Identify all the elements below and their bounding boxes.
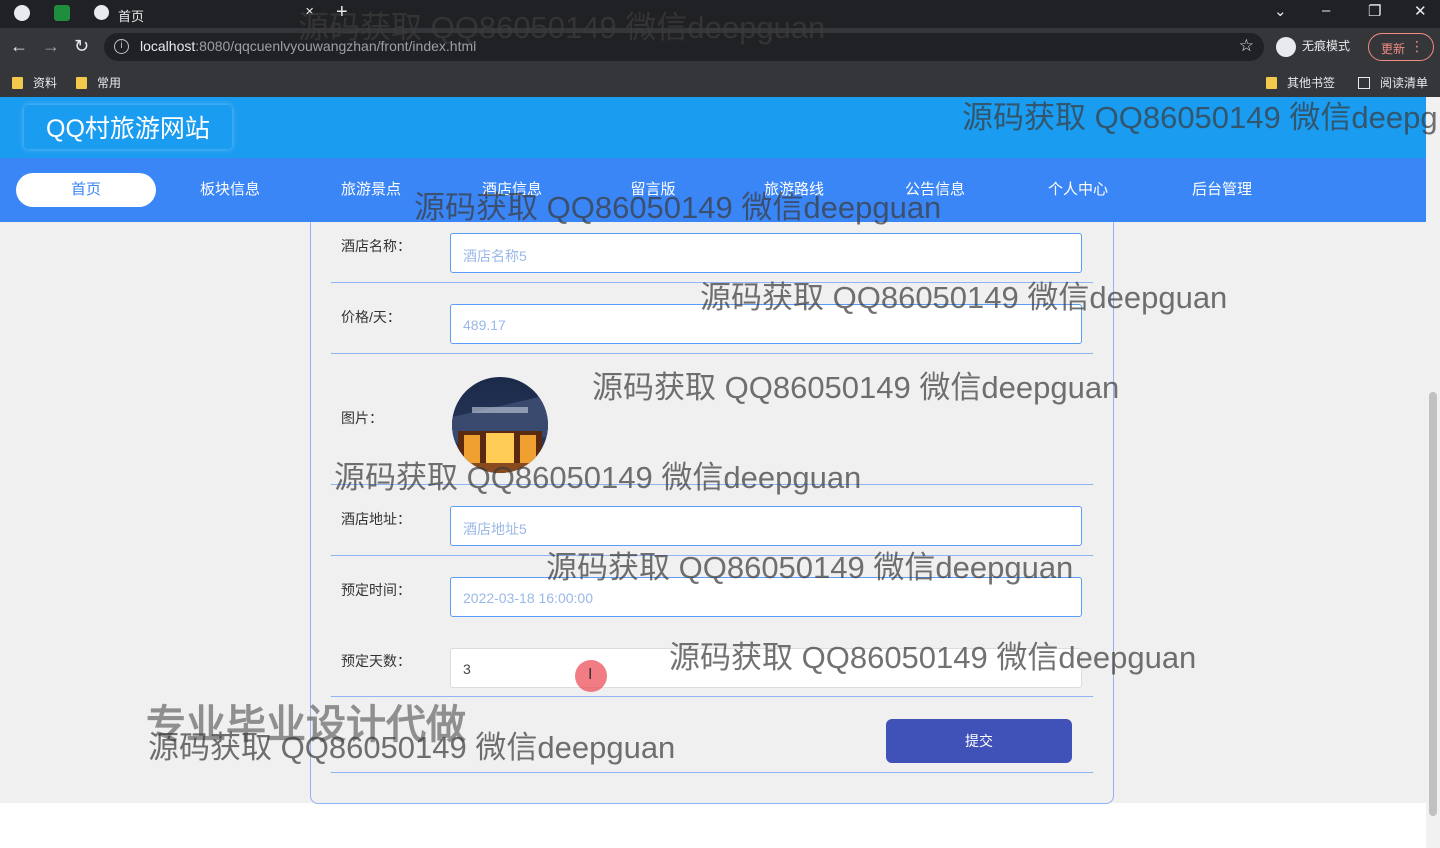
site-title[interactable]: QQ村旅游网站: [24, 105, 232, 149]
back-icon[interactable]: ←: [10, 36, 28, 57]
more-icon[interactable]: ⋮: [1410, 38, 1424, 55]
watermark: 源码获取 QQ86050149 微信deepguan: [669, 640, 1197, 675]
incognito-indicator[interactable]: 无痕模式: [1276, 37, 1350, 57]
address-input[interactable]: 酒店地址5: [450, 506, 1082, 546]
price-label: 价格/天：: [341, 309, 401, 325]
watermark: 源码获取 QQ86050149 微信deepguan: [334, 460, 862, 495]
watermark: 源码获取 QQ86050149 微信deepguan: [414, 190, 942, 225]
spreadsheet-icon[interactable]: [54, 5, 70, 21]
watermark: 源码获取 QQ86050149 微信deepguan: [700, 280, 1228, 315]
browser-logo-icon[interactable]: [14, 5, 30, 21]
nav-home[interactable]: 首页: [16, 173, 156, 207]
watermark: 源码获取 QQ86050149 微信deepguan: [298, 10, 826, 45]
scrollbar-thumb[interactable]: [1429, 392, 1437, 816]
incognito-icon: [1276, 37, 1296, 57]
watermark: 源码获取 QQ86050149 微信deepguan: [592, 370, 1120, 405]
other-bookmarks[interactable]: 其他书签: [1266, 74, 1335, 91]
hotel-name-input[interactable]: 酒店名称5: [450, 233, 1082, 273]
booking-time-label: 预定时间：: [341, 582, 411, 598]
bookmark-folder[interactable]: 资料: [12, 74, 57, 91]
click-indicator: I: [575, 660, 607, 692]
submit-button[interactable]: 提交: [886, 719, 1072, 763]
nav-board-info[interactable]: 板块信息: [160, 173, 300, 207]
bookmark-folder[interactable]: 常用: [76, 74, 121, 91]
star-icon[interactable]: ☆: [1239, 36, 1254, 56]
forward-icon[interactable]: →: [42, 36, 60, 57]
text-cursor-icon: I: [588, 666, 593, 683]
restore-icon[interactable]: ❐: [1368, 2, 1381, 20]
folder-icon: [12, 77, 23, 89]
page-footer-area: [0, 803, 1426, 848]
globe-icon: [94, 5, 109, 20]
days-label: 预定天数：: [341, 653, 411, 669]
watermark: 源码获取 QQ86050149 微信deepguan: [148, 730, 676, 765]
close-window-icon[interactable]: ✕: [1414, 2, 1427, 20]
update-button[interactable]: 更新 ⋮: [1368, 33, 1434, 61]
folder-icon: [76, 77, 87, 89]
nav-profile[interactable]: 个人中心: [1008, 173, 1148, 207]
browser-tab-home[interactable]: 首页 ×: [84, 0, 324, 28]
reading-list[interactable]: 阅读清单: [1358, 74, 1428, 91]
tab-title: 首页: [118, 9, 145, 24]
info-icon[interactable]: i: [114, 39, 129, 54]
page-scrollbar[interactable]: [1426, 97, 1440, 848]
hotel-name-label: 酒店名称：: [341, 238, 411, 254]
reload-icon[interactable]: ↻: [74, 36, 89, 57]
address-label: 酒店地址：: [341, 511, 411, 527]
minimize-icon[interactable]: –: [1322, 2, 1330, 19]
image-label: 图片：: [341, 410, 383, 426]
chevron-down-icon[interactable]: ⌄: [1274, 2, 1287, 20]
watermark: 源码获取 QQ86050149 微信deepguan: [546, 550, 1074, 585]
reading-list-icon: [1358, 77, 1370, 89]
nav-admin[interactable]: 后台管理: [1152, 173, 1292, 207]
folder-icon: [1266, 77, 1277, 89]
watermark: 源码获取 QQ86050149 微信deepg: [962, 100, 1438, 135]
